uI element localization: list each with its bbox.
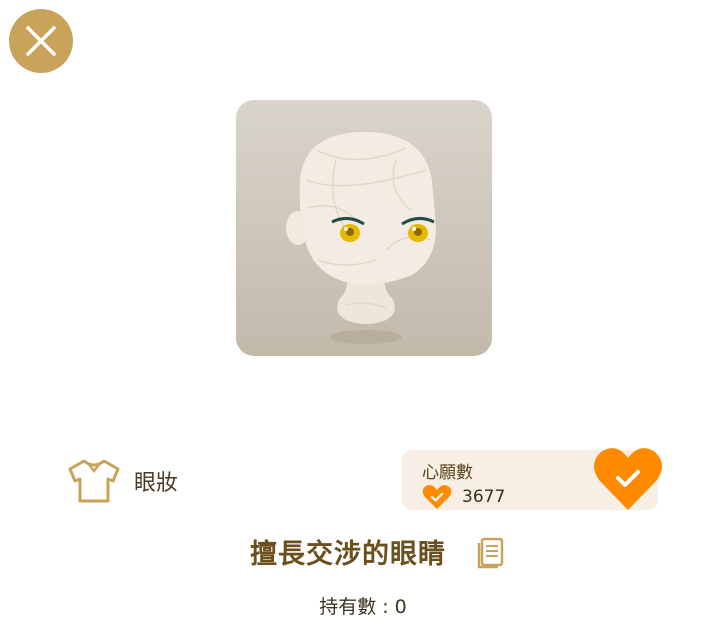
item-name: 擅長交涉的眼睛 — [250, 538, 446, 570]
item-preview-image — [236, 100, 492, 356]
wish-button[interactable] — [592, 444, 664, 512]
wish-title: 心願數 — [422, 463, 473, 483]
copy-icon[interactable] — [476, 533, 506, 569]
mannequin-head-image — [286, 132, 436, 344]
close-button[interactable] — [9, 9, 73, 73]
heart-check-icon — [593, 448, 663, 510]
wish-count-value: 3677 — [462, 487, 506, 507]
close-icon — [26, 26, 56, 56]
wish-count-row: 3677 — [422, 484, 505, 510]
item-title-row: 擅長交涉的眼睛 — [250, 528, 506, 574]
owned-count: 持有數 : 0 — [319, 596, 407, 618]
category-row: 眼妝 — [66, 456, 178, 506]
heart-check-icon — [422, 485, 452, 509]
shirt-icon — [68, 459, 120, 503]
category-label: 眼妝 — [134, 471, 179, 496]
